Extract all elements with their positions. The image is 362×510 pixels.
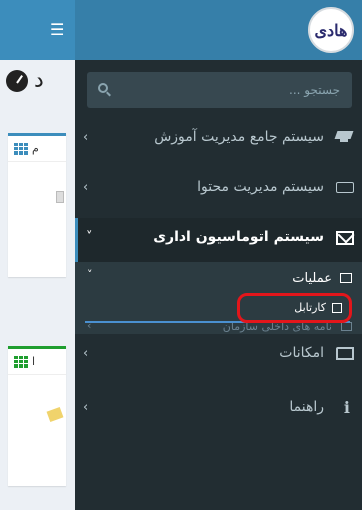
- folder-icon: [340, 273, 352, 283]
- submenu-label: عملیات: [292, 271, 332, 286]
- chevron-down-icon: ˅: [86, 230, 93, 245]
- admin-page: ☰ د م ا هادی جستجو ... سیستم جامع مدیریت…: [0, 0, 362, 510]
- content-box-2: ا: [8, 346, 66, 486]
- page-title-text: د: [34, 68, 44, 93]
- sidebar-search: [87, 72, 352, 108]
- sidebar: هادی سیستم جامع مدیریت آموزش ‹ سیستم مدی…: [75, 0, 362, 510]
- dashboard-gauge-icon: [6, 69, 28, 92]
- keyboard-icon: [336, 182, 354, 193]
- folder-icon: [341, 322, 352, 331]
- sidebar-item-cms[interactable]: سیستم مدیریت محتوا ‹: [75, 168, 362, 208]
- folder-open-icon: [336, 347, 354, 360]
- info-icon: i: [343, 398, 350, 417]
- sidebar-item-label: سیستم جامع مدیریت آموزش: [154, 129, 324, 145]
- sidebar-item-label: راهنما: [289, 399, 324, 415]
- sidebar-item-help[interactable]: i راهنما ‹: [75, 388, 362, 428]
- chevron-left-icon: ‹: [83, 346, 89, 361]
- sidebar-item-label: امکانات: [279, 345, 324, 361]
- sidebar-item-label: سیستم اتوماسیون اداری: [153, 229, 324, 245]
- note-icon: [46, 406, 64, 423]
- logo[interactable]: هادی: [308, 7, 354, 53]
- submenu-operations[interactable]: عملیات ˅: [75, 262, 362, 296]
- sidebar-item-office-automation[interactable]: سیستم اتوماسیون اداری ˅: [75, 218, 362, 262]
- document-icon: [56, 191, 64, 203]
- grid-icon: [14, 142, 28, 155]
- highlight-annotation: [237, 293, 352, 323]
- sidebar-item-label: سیستم مدیریت محتوا: [197, 179, 324, 195]
- chevron-down-icon: ˅: [87, 268, 93, 281]
- sidebar-item-facilities[interactable]: امکانات ‹: [75, 334, 362, 374]
- page-title: د: [6, 68, 44, 93]
- chevron-left-icon: ‹: [83, 400, 89, 415]
- box-title: ا: [32, 355, 36, 368]
- logo-text: هادی: [314, 20, 348, 40]
- envelope-icon: [336, 231, 354, 245]
- logo-bar: هادی: [75, 0, 362, 60]
- hamburger-icon[interactable]: ☰: [50, 22, 64, 38]
- grid-icon: [14, 355, 28, 368]
- box-header: م: [8, 136, 66, 162]
- search-icon[interactable]: [98, 83, 108, 93]
- graduation-cap-icon: [334, 131, 354, 143]
- box-title: م: [32, 142, 39, 155]
- sidebar-item-education[interactable]: سیستم جامع مدیریت آموزش ‹: [75, 118, 362, 158]
- chevron-left-icon: ‹: [83, 180, 89, 195]
- content-box-1: م: [8, 133, 66, 277]
- chevron-left-icon: ‹: [83, 130, 89, 145]
- top-navbar: ☰: [0, 0, 75, 60]
- search-input[interactable]: [117, 72, 352, 108]
- main-content: ☰ د م ا: [0, 0, 75, 510]
- box-header: ا: [8, 349, 66, 375]
